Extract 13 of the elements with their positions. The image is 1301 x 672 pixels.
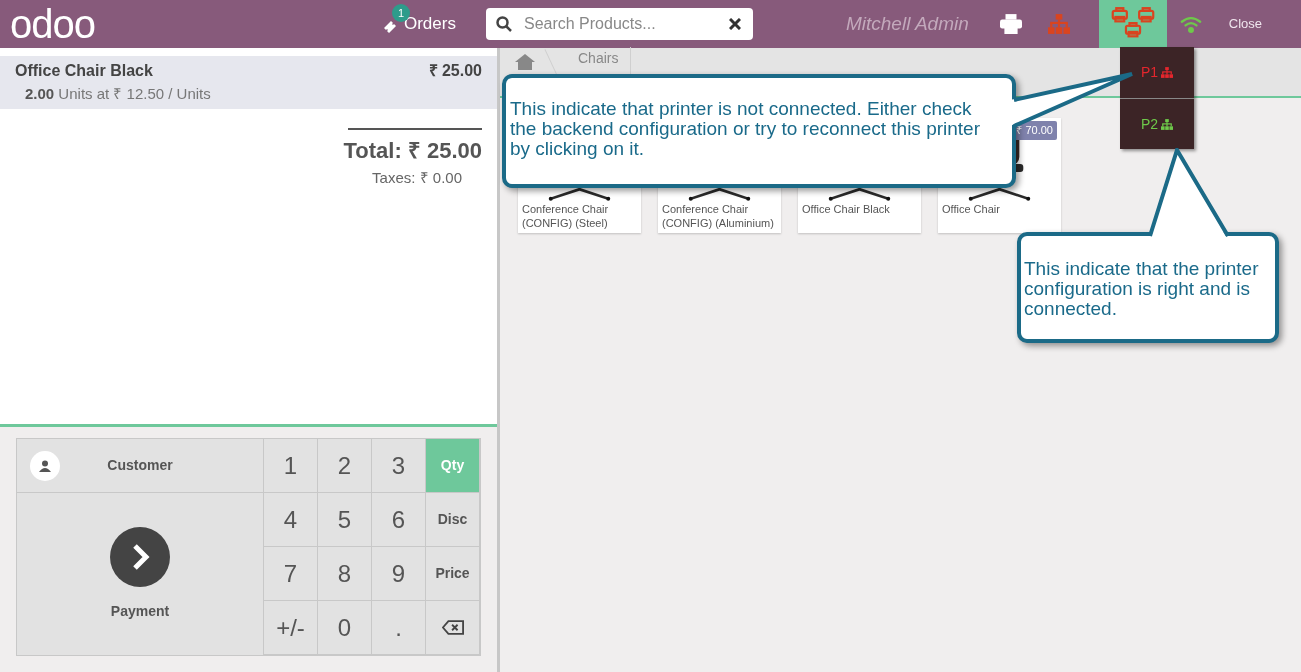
line-detail: 2.00 Units at ₹ 12.50 / Units [25,84,211,104]
product-name: Office Chair Black [801,202,891,216]
order-total: Total: ₹ 25.00 [343,137,482,165]
line-price: ₹ 25.00 [428,61,482,81]
callout-text: This indicate that the printer configuration is right and is connected. [1024,259,1260,319]
product-name: Office Chair [941,202,1001,216]
product-name: Office Chair Black [15,61,154,81]
product-name: Conference Chair (CONFIG) (Steel) [521,202,610,230]
logo: odoo [10,4,95,44]
callout-text: This indicate that printer is not connected. Either check the backend configuration or try to reconnect this printer by clicking on it. [510,99,981,159]
user-name: Mitchell Admin [845,11,969,36]
product-name: Conference Chair (CONFIG) (Aluminium) [661,202,775,230]
order-taxes: Taxes: ₹ 0.00 [372,168,462,188]
